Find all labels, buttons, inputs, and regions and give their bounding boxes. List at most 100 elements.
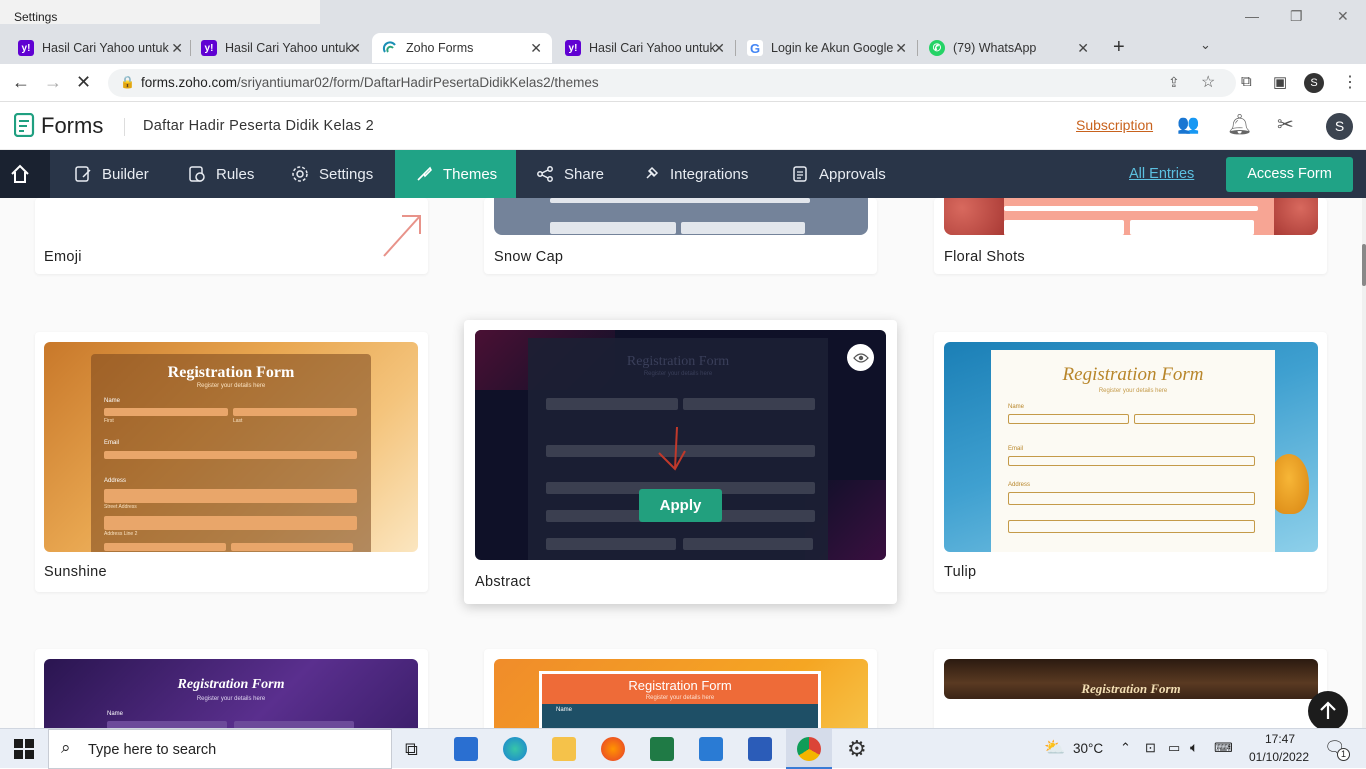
preview-eye-button[interactable] xyxy=(847,344,874,371)
theme-thumbnail xyxy=(944,198,1318,235)
windows-start-icon[interactable] xyxy=(14,739,34,764)
weather-icon[interactable]: ⛅ xyxy=(1044,738,1065,758)
home-button[interactable] xyxy=(0,150,50,198)
theme-card-orange-teal[interactable]: Registration Form Register your details … xyxy=(484,649,877,728)
apply-theme-button[interactable]: Apply xyxy=(639,489,722,522)
builder-icon xyxy=(75,166,91,182)
url-input[interactable]: 🔒 forms.zoho.com/sriyantiumar02/form/Daf… xyxy=(108,69,1236,97)
theme-card-purple[interactable]: Registration Form Register your details … xyxy=(35,649,428,728)
firefox-icon[interactable] xyxy=(601,737,625,761)
new-tab-button[interactable]: + xyxy=(1113,36,1125,59)
zoho-icon xyxy=(382,40,398,56)
edge-icon[interactable] xyxy=(503,737,527,761)
theme-card-sunshine[interactable]: Registration Form Register your details … xyxy=(35,332,428,592)
tab-whatsapp[interactable]: ✆ (79) WhatsApp ✕ xyxy=(929,33,1089,63)
file-explorer-icon[interactable] xyxy=(552,737,576,761)
user-avatar[interactable]: S xyxy=(1326,113,1353,140)
nav-label: Integrations xyxy=(670,165,749,183)
nav-builder[interactable]: Builder xyxy=(74,150,149,198)
tab-yahoo-1[interactable]: y! Hasil Cari Yahoo untuk ✕ xyxy=(18,33,183,63)
google-icon: G xyxy=(747,40,763,56)
profile-avatar[interactable]: S xyxy=(1304,73,1324,93)
theme-card-floral-shots[interactable]: Floral Shots xyxy=(934,198,1327,274)
close-icon[interactable]: ✕ xyxy=(171,40,183,57)
theme-card-snow-cap[interactable]: Snow Cap xyxy=(484,198,877,274)
nav-label: Themes xyxy=(443,165,498,183)
tab-yahoo-2[interactable]: y! Hasil Cari Yahoo untuk ✕ xyxy=(201,33,361,63)
close-icon[interactable]: ✕ xyxy=(1077,40,1089,57)
tab-google-login[interactable]: G Login ke Akun Google ✕ xyxy=(747,33,907,63)
stop-loading-icon[interactable]: ✕ xyxy=(76,72,91,93)
chrome-taskbar-item[interactable] xyxy=(786,729,832,769)
theme-card-coffee[interactable]: Registration Form xyxy=(934,649,1327,728)
battery-icon[interactable]: ▭ xyxy=(1168,740,1180,756)
users-icon[interactable]: 👥 xyxy=(1177,114,1199,135)
thumb-subtitle: Register your details here xyxy=(1098,388,1168,394)
yahoo-icon: y! xyxy=(201,40,217,56)
all-entries-link[interactable]: All Entries xyxy=(1129,166,1194,182)
subscription-link[interactable]: Subscription xyxy=(1076,117,1153,133)
whatsapp-icon: ✆ xyxy=(929,40,945,56)
store-icon[interactable] xyxy=(454,737,478,761)
close-icon[interactable]: ✕ xyxy=(530,40,542,57)
theme-card-abstract[interactable]: Registration Form Register your details … xyxy=(464,320,897,604)
extensions-icon[interactable]: ⧉ xyxy=(1241,73,1252,90)
plug-icon xyxy=(646,166,659,179)
thumb-label: Street Address xyxy=(104,504,137,510)
settings-gear-icon[interactable]: ⚙ xyxy=(847,736,867,762)
task-view-icon[interactable]: ⧉ xyxy=(405,739,418,760)
nav-themes[interactable]: Themes xyxy=(395,150,516,198)
access-form-button[interactable]: Access Form xyxy=(1226,157,1353,192)
browser-menu-icon[interactable]: ⋮ xyxy=(1342,72,1358,92)
close-window-button[interactable]: ✕ xyxy=(1337,8,1349,25)
bell-icon[interactable]: 🔔︎ xyxy=(1227,112,1252,137)
close-icon[interactable]: ✕ xyxy=(895,40,907,57)
tab-yahoo-3[interactable]: y! Hasil Cari Yahoo untuk ✕ xyxy=(565,33,725,63)
chrome-icon xyxy=(797,737,821,761)
forms-logo-icon[interactable] xyxy=(13,112,36,142)
word-icon[interactable] xyxy=(748,737,772,761)
clock-time[interactable]: 17:47 xyxy=(1250,732,1310,746)
taskbar-search-input[interactable]: ⌕ Type here to search xyxy=(48,729,392,769)
theme-card-emoji[interactable]: Emoji xyxy=(35,198,428,274)
nav-approvals[interactable]: Approvals xyxy=(791,150,886,198)
mail-icon[interactable] xyxy=(699,737,723,761)
chevron-up-icon[interactable]: ⌃ xyxy=(1120,740,1131,756)
notification-count-badge: 1 xyxy=(1337,748,1350,761)
tools-icon[interactable]: ✂ xyxy=(1277,112,1294,137)
minimize-button[interactable]: — xyxy=(1245,8,1259,24)
excel-icon[interactable] xyxy=(650,737,674,761)
forward-icon[interactable]: → xyxy=(44,72,62,93)
gear-icon xyxy=(292,166,308,182)
thumb-subtitle: Register your details here xyxy=(196,696,266,702)
nav-label: Builder xyxy=(102,165,149,183)
forms-logo-text[interactable]: Forms xyxy=(41,113,103,139)
approvals-icon xyxy=(793,166,807,182)
share-icon[interactable]: ⇪ xyxy=(1168,74,1180,91)
scrollbar-thumb[interactable] xyxy=(1362,244,1366,286)
thumb-label: Address xyxy=(1008,482,1031,488)
thumb-title: Registration Form xyxy=(177,677,285,692)
close-icon[interactable]: ✕ xyxy=(349,40,361,57)
speaker-icon[interactable]: 🔈︎ xyxy=(1190,739,1198,756)
clock-date[interactable]: 01/10/2022 xyxy=(1246,750,1312,764)
nav-integrations[interactable]: Integrations xyxy=(642,150,748,198)
tab-search-chevron-icon[interactable]: ⌄ xyxy=(1200,37,1211,53)
nav-share[interactable]: Share xyxy=(536,150,604,198)
scroll-to-top-button[interactable] xyxy=(1308,691,1348,728)
thumb-title: Registration Form xyxy=(1081,681,1181,696)
tab-label: (79) WhatsApp xyxy=(953,41,1037,55)
close-icon[interactable]: ✕ xyxy=(713,40,725,57)
keyboard-icon[interactable]: ⌨ xyxy=(1214,740,1233,756)
search-icon: ⌕ xyxy=(61,738,71,757)
tab-zoho-forms[interactable]: Zoho Forms ✕ xyxy=(372,33,552,63)
network-device-icon[interactable]: ⊡ xyxy=(1145,740,1156,756)
side-panel-icon[interactable]: ▣ xyxy=(1273,73,1287,91)
restore-button[interactable]: ❐ xyxy=(1290,8,1303,25)
nav-rules[interactable]: Rules xyxy=(188,150,254,198)
thumb-label: Address Line 2 xyxy=(104,531,138,537)
bookmark-star-icon[interactable]: ☆ xyxy=(1201,72,1215,92)
nav-settings[interactable]: Settings xyxy=(291,150,373,198)
back-icon[interactable]: ← xyxy=(12,72,30,93)
theme-card-tulip[interactable]: Registration Form Register your details … xyxy=(934,332,1327,592)
